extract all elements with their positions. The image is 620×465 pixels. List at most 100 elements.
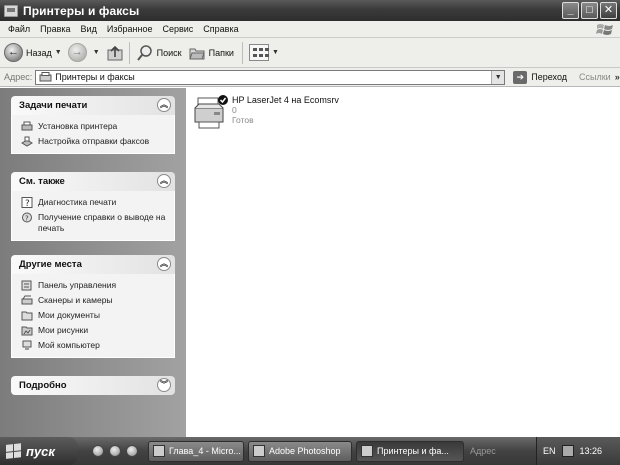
menu-tools[interactable]: Сервис: [157, 24, 198, 34]
up-folder-icon[interactable]: [106, 44, 124, 62]
expand-chevron-icon[interactable]: ︾: [157, 378, 171, 392]
media-player-icon[interactable]: [109, 445, 121, 457]
print-tasks-panel: Задачи печати ︽ Установка принтера Настр…: [11, 96, 175, 154]
address-dropdown-icon[interactable]: ▼: [491, 70, 505, 84]
system-tray: EN 13:26: [536, 437, 620, 465]
photoshop-icon: [253, 445, 265, 457]
windows-logo-icon: [596, 24, 613, 35]
taskbar-button-photoshop[interactable]: Adobe Photoshop: [248, 440, 352, 462]
back-button[interactable]: ← Назад ▼: [4, 43, 62, 62]
menu-file[interactable]: Файл: [3, 24, 35, 34]
start-label: пуск: [26, 443, 55, 459]
task-add-printer[interactable]: Установка принтера: [21, 121, 168, 132]
details-header[interactable]: Подробно ︾: [11, 376, 175, 395]
go-button[interactable]: ➔ Переход: [513, 70, 568, 84]
my-computer-icon: [22, 340, 32, 350]
folders-button[interactable]: Папки: [188, 44, 234, 62]
task-pane: Задачи печати ︽ Установка принтера Настр…: [0, 88, 186, 437]
views-dropdown-icon[interactable]: ▼: [272, 49, 279, 56]
default-printer-icon: [194, 95, 228, 129]
links-chevron-icon[interactable]: »: [615, 72, 620, 82]
task-label: Установка принтера: [38, 121, 118, 131]
other-places-header[interactable]: Другие места ︽: [11, 255, 175, 274]
taskbar: пуск Глава_4 - Micro... Adobe Photoshop …: [0, 437, 620, 465]
views-button[interactable]: ▼: [248, 44, 279, 61]
minimize-button[interactable]: _: [562, 2, 579, 19]
windows-flag-icon: [6, 443, 22, 459]
details-panel: Подробно ︾: [11, 376, 175, 395]
task-fax-setup[interactable]: Настройка отправки факсов: [21, 136, 168, 147]
place-control-panel[interactable]: Панель управления: [21, 280, 168, 291]
place-my-pictures[interactable]: Мои рисунки: [21, 325, 168, 336]
quick-launch: [92, 445, 138, 457]
print-tasks-header[interactable]: Задачи печати ︽: [11, 96, 175, 115]
start-button[interactable]: пуск: [0, 437, 78, 465]
toolbar-separator: [128, 41, 130, 64]
address-value: Принтеры и факсы: [55, 72, 135, 82]
tray-network-icon[interactable]: [561, 445, 574, 457]
close-button[interactable]: ✕: [600, 2, 617, 19]
maximize-button[interactable]: □: [581, 2, 598, 19]
taskbar-address-label[interactable]: Адрес: [470, 446, 496, 456]
printer-status: Готов: [232, 115, 254, 125]
address-field[interactable]: Принтеры и факсы ▼: [35, 69, 506, 85]
address-bar: Адрес: Принтеры и факсы ▼ ➔ Переход Ссыл…: [0, 68, 620, 87]
see-also-title: См. также: [19, 176, 65, 187]
forward-dropdown-icon[interactable]: ▼: [93, 49, 100, 56]
toolbar-separator: [241, 41, 243, 64]
language-indicator[interactable]: EN: [543, 446, 556, 456]
printer-folder-icon: [361, 445, 373, 457]
file-list-view: HP LaserJet 4 на Ecomsrv 0 Готов: [186, 88, 620, 437]
control-panel-icon: [21, 280, 32, 291]
place-label: Панель управления: [38, 280, 117, 290]
menu-view[interactable]: Вид: [76, 24, 102, 34]
forward-button[interactable]: → ▼: [67, 43, 100, 62]
internet-explorer-icon[interactable]: [92, 445, 104, 457]
forward-arrow-icon: →: [67, 43, 87, 62]
show-desktop-icon[interactable]: [126, 445, 138, 457]
back-arrow-icon: ←: [4, 43, 23, 62]
printer-folder-icon: [39, 72, 52, 82]
menu-help[interactable]: Справка: [198, 24, 243, 34]
print-tasks-body: Установка принтера Настройка отправки фа…: [11, 115, 175, 154]
task-label: Диагностика печати: [38, 197, 117, 207]
svg-text:?: ?: [25, 199, 30, 208]
print-tasks-title: Задачи печати: [19, 100, 88, 111]
help-icon: ?: [21, 197, 33, 208]
printer-name: HP LaserJet 4 на Ecomsrv: [232, 95, 339, 105]
collapse-chevron-icon[interactable]: ︽: [157, 257, 171, 271]
see-also-body: ? Диагностика печати ? Получение справки…: [11, 191, 175, 241]
place-label: Сканеры и камеры: [38, 295, 113, 305]
search-label: Поиск: [156, 47, 182, 58]
go-label: Переход: [531, 72, 568, 82]
task-label: Настройка отправки факсов: [38, 136, 150, 146]
other-places-title: Другие места: [19, 259, 82, 270]
address-label: Адрес:: [4, 72, 33, 82]
task-troubleshoot-printing[interactable]: ? Диагностика печати: [21, 197, 168, 208]
place-label: Мои рисунки: [38, 325, 89, 335]
links-toolbar[interactable]: Ссылки: [579, 72, 611, 82]
collapse-chevron-icon[interactable]: ︽: [157, 174, 171, 188]
taskbar-button-label: Принтеры и фа...: [377, 446, 449, 456]
taskbar-button-word[interactable]: Глава_4 - Micro...: [148, 440, 244, 462]
task-printing-help[interactable]: ? Получение справки о выводе на печать: [21, 212, 168, 234]
see-also-header[interactable]: См. также ︽: [11, 172, 175, 191]
go-arrow-icon: ➔: [513, 70, 528, 84]
collapse-chevron-icon[interactable]: ︽: [157, 98, 171, 112]
search-icon: [136, 44, 152, 61]
other-places-body: Панель управления Сканеры и камеры Мои д…: [11, 274, 175, 358]
place-my-computer[interactable]: Мой компьютер: [21, 340, 168, 351]
place-label: Мои документы: [38, 310, 100, 320]
taskbar-button-label: Глава_4 - Micro...: [169, 446, 241, 456]
place-my-documents[interactable]: Мои документы: [21, 310, 168, 321]
details-title: Подробно: [19, 380, 67, 391]
scanner-icon: [21, 295, 33, 305]
printer-item[interactable]: HP LaserJet 4 на Ecomsrv 0 Готов: [192, 94, 339, 130]
views-icon: [248, 44, 269, 61]
menu-favorites[interactable]: Избранное: [102, 24, 158, 34]
taskbar-button-printers[interactable]: Принтеры и фа...: [356, 440, 464, 462]
search-button[interactable]: Поиск: [136, 44, 182, 62]
back-dropdown-icon[interactable]: ▼: [55, 49, 62, 56]
menu-edit[interactable]: Правка: [35, 24, 75, 34]
place-scanners-cameras[interactable]: Сканеры и камеры: [21, 295, 168, 306]
